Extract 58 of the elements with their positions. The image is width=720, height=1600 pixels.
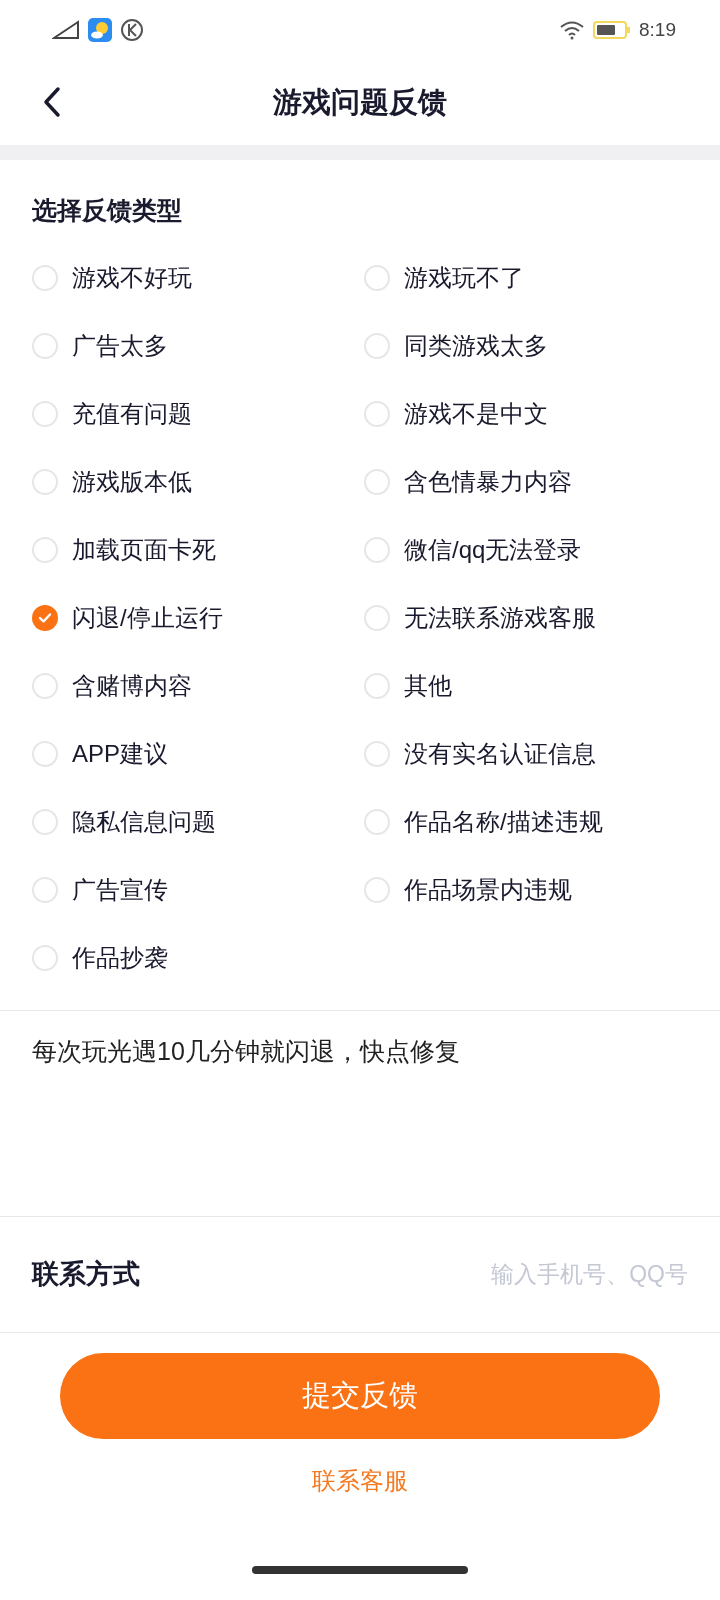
k-circle-icon: [120, 18, 144, 42]
battery-icon: [593, 20, 631, 40]
radio-button[interactable]: [364, 808, 390, 835]
option-label: 微信/qq无法登录: [404, 534, 582, 565]
option-label: 广告宣传: [72, 874, 168, 905]
option-label: 作品场景内违规: [404, 874, 572, 905]
radio-button[interactable]: [364, 536, 390, 563]
wifi-icon: [559, 20, 585, 40]
option-label: 含色情暴力内容: [404, 466, 572, 497]
radio-button[interactable]: [364, 332, 390, 359]
radio-checked[interactable]: [32, 604, 58, 631]
option-label: 广告太多: [72, 330, 168, 361]
page-title: 游戏问题反馈: [273, 84, 447, 120]
option-label: 游戏版本低: [72, 466, 192, 497]
check-icon: [38, 611, 52, 624]
home-indicator[interactable]: [252, 1566, 468, 1574]
radio-button[interactable]: [364, 468, 390, 495]
contact-label: 联系方式: [32, 1257, 140, 1291]
option-label: 作品抄袭: [72, 942, 168, 973]
radio-button[interactable]: [32, 808, 58, 835]
option-label: 充值有问题: [72, 398, 192, 429]
option-label: 含赌博内容: [72, 670, 192, 701]
option-label: 游戏不是中文: [404, 398, 548, 429]
option-label: 闪退/停止运行: [72, 602, 223, 633]
option-label: APP建议: [72, 738, 169, 769]
submit-button[interactable]: 提交反馈: [60, 1352, 660, 1439]
contact-input-field[interactable]: 输入手机号、QQ号: [368, 1256, 688, 1292]
option-label: 作品名称/描述违规: [404, 806, 603, 837]
radio-button[interactable]: [364, 400, 390, 427]
option-label: 同类游戏太多: [404, 330, 548, 361]
radio-button[interactable]: [32, 672, 58, 699]
option-label: 隐私信息问题: [72, 806, 216, 837]
radio-button[interactable]: [32, 740, 58, 767]
option-label: 其他: [404, 670, 452, 701]
option-label: 游戏不好玩: [72, 262, 192, 293]
radio-button[interactable]: [364, 264, 390, 291]
back-icon: [42, 86, 62, 118]
radio-button[interactable]: [32, 944, 58, 971]
option-label: 游戏玩不了: [404, 262, 524, 293]
option-label: 加载页面卡死: [72, 534, 216, 565]
section-title: 选择反馈类型: [32, 195, 183, 226]
option-label: 没有实名认证信息: [404, 738, 596, 769]
description-field[interactable]: 每次玩光遇10几分钟就闪退，快点修复: [0, 1010, 720, 1216]
radio-button[interactable]: [364, 876, 390, 903]
radio-button[interactable]: [364, 672, 390, 699]
clock-time: 8:19: [639, 17, 676, 42]
radio-button[interactable]: [32, 400, 58, 427]
option-label: 无法联系游戏客服: [404, 602, 596, 633]
radio-button[interactable]: [32, 332, 58, 359]
radio-button[interactable]: [364, 604, 390, 631]
signal-icon: [52, 20, 80, 40]
radio-button[interactable]: [32, 468, 58, 495]
weather-icon: [88, 18, 112, 42]
radio-button[interactable]: [32, 876, 58, 903]
radio-button[interactable]: [32, 536, 58, 563]
customer-service-link[interactable]: 联系客服: [312, 1462, 408, 1499]
radio-button[interactable]: [364, 740, 390, 767]
radio-button[interactable]: [32, 264, 58, 291]
